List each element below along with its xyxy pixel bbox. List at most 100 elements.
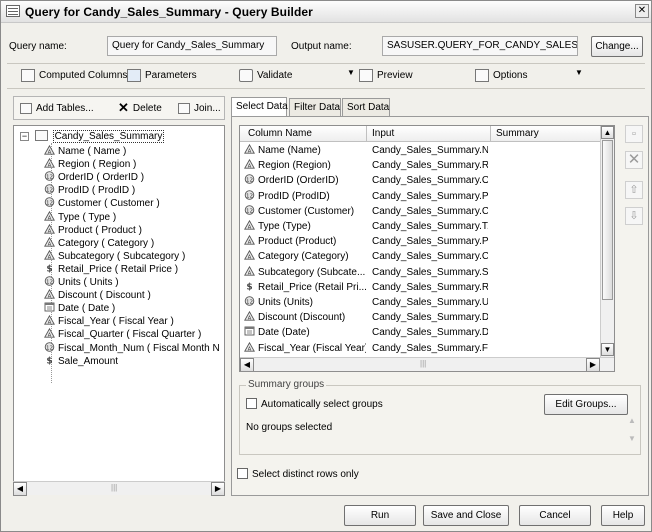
save-and-close-button[interactable]: Save and Close [423, 505, 509, 526]
join-button[interactable]: Join... [178, 100, 221, 116]
table-row[interactable]: A Product (Product) Candy_Sales_Summary.P.… [240, 235, 600, 249]
input-cell[interactable]: Candy_Sales_Summary.P... [372, 235, 488, 249]
column-name-cell[interactable]: A Fiscal_Year (Fiscal Year) [244, 341, 366, 356]
tree-item[interactable]: A Category ( Category ) [44, 236, 154, 249]
tables-tree[interactable]: − Candy_Sales_Summary A Name ( Name ) A Reg… [13, 125, 225, 495]
tree-item[interactable]: 12 ProdID ( ProdID ) [44, 184, 135, 196]
table-row[interactable]: A Subcategory (Subcate... Candy_Sales_Summ… [240, 265, 600, 280]
tree-item[interactable]: 12 Customer ( Customer ) [44, 197, 160, 209]
move-up-button[interactable]: ⇧ [625, 181, 643, 199]
tab-sort-data[interactable]: Sort Data [342, 98, 390, 116]
column-name-cell[interactable]: A Subcategory (Subcate... [244, 265, 366, 280]
distinct-rows-checkbox[interactable]: Select distinct rows only [237, 468, 359, 480]
table-row[interactable]: A Category (Category) Candy_Sales_Summary.… [240, 250, 600, 264]
change-button[interactable]: Change... [591, 36, 643, 57]
input-cell[interactable]: Candy_Sales_Summary.D... [372, 311, 488, 325]
cancel-button[interactable]: Cancel [519, 505, 591, 526]
table-row[interactable]: A Fiscal_Year (Fiscal Year) Candy_Sales_Su… [240, 341, 600, 356]
column-name-cell[interactable]: A Name (Name) [244, 144, 366, 158]
tree-item[interactable]: $ Retail_Price ( Retail Price ) [44, 263, 178, 275]
edit-groups-button[interactable]: Edit Groups... [544, 394, 628, 415]
scroll-down-icon[interactable]: ▼ [601, 343, 614, 356]
input-cell[interactable]: Candy_Sales_Summary.P... [372, 190, 488, 204]
help-button[interactable]: Help [601, 505, 645, 526]
groups-scroll-up-icon[interactable]: ▲ [628, 416, 636, 425]
table-row[interactable]: Date (Date) Candy_Sales_Summary.D... [240, 326, 600, 340]
input-cell[interactable]: Candy_Sales_Summary.R... [372, 159, 488, 173]
input-cell[interactable]: Candy_Sales_Summary.S... [372, 266, 488, 280]
column-name-cell[interactable]: 12 Units (Units) [244, 296, 366, 310]
input-header[interactable]: Input [372, 128, 394, 139]
tree-item[interactable]: 12 Fiscal_Month_Num ( Fiscal Month N [44, 341, 220, 354]
add-tables-button[interactable]: Add Tables... [20, 100, 94, 116]
parameters-button[interactable]: Parameters [127, 67, 197, 83]
column-name-cell[interactable]: Date (Date) [244, 326, 366, 340]
options-dropdown-icon[interactable]: ▼ [575, 68, 583, 77]
tree-item[interactable]: A Fiscal_Year ( Fiscal Year ) [44, 315, 174, 327]
grid-horizontal-scrollbar[interactable]: ◀ ||| ▶ [240, 357, 614, 371]
move-down-button[interactable]: ⇩ [625, 207, 643, 225]
table-row[interactable]: A Discount (Discount) Candy_Sales_Summary.… [240, 311, 600, 325]
validate-button[interactable]: Validate [239, 67, 292, 83]
selected-columns-grid[interactable]: Column Name Input Summary A Name (Name) Ca… [239, 125, 615, 372]
scroll-right-icon[interactable]: ▶ [211, 482, 225, 496]
input-cell[interactable]: Candy_Sales_Summary.D... [372, 326, 488, 340]
tree-item[interactable]: A Product ( Product ) [44, 223, 142, 236]
table-row[interactable]: A Type (Type) Candy_Sales_Summary.T... [240, 220, 600, 234]
query-name-input[interactable]: Query for Candy_Sales_Summary [107, 36, 277, 56]
options-button[interactable]: Options [475, 67, 527, 83]
input-cell[interactable]: Candy_Sales_Summary.U... [372, 296, 488, 310]
input-cell[interactable]: Candy_Sales_Summary.C... [372, 250, 488, 264]
tree-item[interactable]: A Name ( Name ) [44, 145, 126, 157]
grid-scroll-right-icon[interactable]: ▶ [586, 358, 600, 371]
close-button[interactable]: ✕ [635, 4, 649, 18]
tree-item[interactable]: A Fiscal_Quarter ( Fiscal Quarter ) [44, 328, 201, 340]
column-name-cell[interactable]: A Region (Region) [244, 159, 366, 173]
tab-filter-data[interactable]: Filter Data [289, 98, 341, 116]
table-row[interactable]: A Name (Name) Candy_Sales_Summary.N... [240, 144, 600, 158]
tree-item[interactable]: A Subcategory ( Subcategory ) [44, 249, 185, 262]
column-name-cell[interactable]: 12 OrderID (OrderID) [244, 174, 366, 188]
auto-select-groups-checkbox[interactable]: Automatically select groups [246, 398, 383, 410]
table-row[interactable]: 12 Customer (Customer) Candy_Sales_Summary… [240, 205, 600, 219]
input-cell[interactable]: Candy_Sales_Summary.R... [372, 281, 488, 295]
delete-button[interactable]: ✕ Delete [118, 100, 162, 116]
tree-item[interactable]: A Type ( Type ) [44, 210, 116, 223]
column-name-cell[interactable]: 12 ProdID (ProdID) [244, 189, 366, 204]
grid-scroll-thumb[interactable] [602, 140, 613, 300]
grid-scroll-left-icon[interactable]: ◀ [240, 358, 254, 371]
output-name-input[interactable]: SASUSER.QUERY_FOR_CANDY_SALES_S [382, 36, 578, 56]
summary-header[interactable]: Summary [496, 128, 539, 139]
column-name-cell[interactable]: $ Retail_Price (Retail Pri... [244, 281, 366, 295]
input-cell[interactable]: Candy_Sales_Summary.Fi... [372, 342, 488, 356]
tree-item[interactable]: 12 Units ( Units ) [44, 276, 119, 288]
column-name-cell[interactable]: A Product (Product) [244, 235, 366, 249]
input-cell[interactable]: Candy_Sales_Summary.O... [372, 174, 488, 188]
table-row[interactable]: 12 Units (Units) Candy_Sales_Summary.U... [240, 296, 600, 310]
tree-item[interactable]: 12 OrderID ( OrderID ) [44, 171, 144, 183]
groups-scroll-down-icon[interactable]: ▼ [628, 434, 636, 443]
collapse-icon[interactable]: − [20, 132, 29, 141]
table-row[interactable]: 12 OrderID (OrderID) Candy_Sales_Summary.O… [240, 174, 600, 188]
tree-root[interactable]: − Candy_Sales_Summary [20, 130, 165, 143]
column-name-cell[interactable]: A Type (Type) [244, 220, 366, 234]
tree-item[interactable]: A Region ( Region ) [44, 158, 136, 170]
input-cell[interactable]: Candy_Sales_Summary.C... [372, 205, 488, 219]
computed-columns-button[interactable]: Computed Columns [21, 67, 127, 83]
input-cell[interactable]: Candy_Sales_Summary.T... [372, 220, 488, 234]
run-button[interactable]: Run [344, 505, 416, 526]
tree-item[interactable]: Date ( Date ) [44, 302, 115, 314]
tree-item[interactable]: $ Sale_Amount [44, 355, 118, 367]
tab-select-data[interactable]: Select Data [231, 97, 288, 117]
properties-button[interactable]: ▫ [625, 125, 643, 143]
column-name-header[interactable]: Column Name [248, 128, 312, 139]
column-name-cell[interactable]: 12 Customer (Customer) [244, 205, 366, 219]
grid-vertical-scrollbar[interactable]: ▲ ▼ [600, 126, 614, 357]
preview-button[interactable]: Preview [359, 67, 413, 83]
table-row[interactable]: A Region (Region) Candy_Sales_Summary.R... [240, 159, 600, 173]
column-name-cell[interactable]: A Category (Category) [244, 250, 366, 264]
validate-dropdown-icon[interactable]: ▼ [347, 68, 355, 77]
input-cell[interactable]: Candy_Sales_Summary.N... [372, 144, 488, 158]
column-name-cell[interactable]: A Discount (Discount) [244, 311, 366, 325]
table-row[interactable]: 12 ProdID (ProdID) Candy_Sales_Summary.P..… [240, 189, 600, 204]
